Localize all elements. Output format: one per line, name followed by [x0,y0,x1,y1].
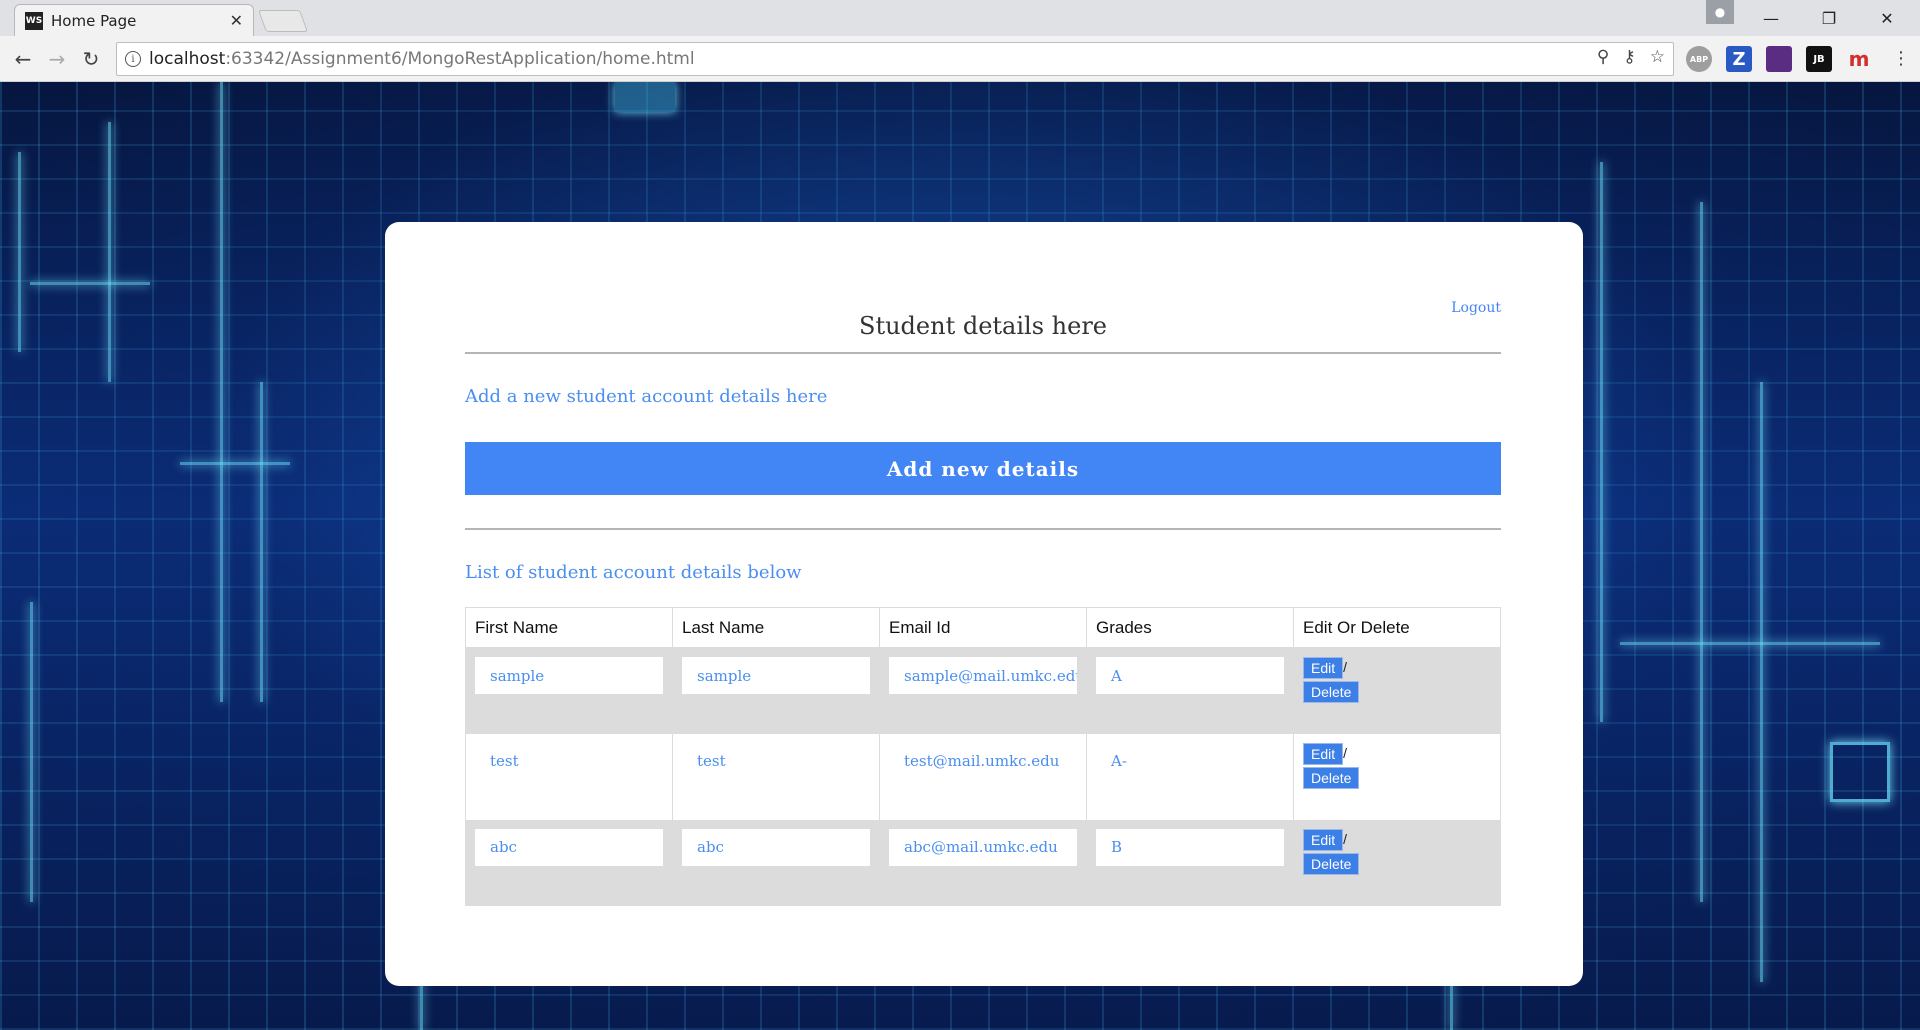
edit-button[interactable]: Edit [1303,742,1344,765]
grade-field[interactable] [1096,742,1284,780]
decor-line [220,82,223,702]
table-header-row: First Name Last Name Email Id Grades Edi… [465,607,1501,648]
column-header-actions: Edit Or Delete [1293,607,1501,648]
decor-line [615,82,675,112]
list-section-heading: List of student account details below [465,562,802,583]
email-field[interactable] [889,828,1077,866]
tab-strip: WS Home Page ✕ ● — ❐ ✕ [0,0,1920,36]
add-new-details-button[interactable]: Add new details [465,442,1501,495]
close-window-icon[interactable]: ✕ [1858,0,1916,36]
close-tab-icon[interactable]: ✕ [230,11,243,30]
table-row: Edit/ Delete [465,819,1501,906]
grade-field[interactable] [1096,657,1284,694]
last-name-field[interactable] [682,828,870,866]
bookmark-star-icon[interactable]: ☆ [1650,47,1665,67]
delete-button[interactable]: Delete [1303,681,1360,703]
add-section-heading: Add a new student account details here [465,386,828,407]
column-header-grades: Grades [1086,607,1294,648]
email-field[interactable] [889,657,1077,694]
new-tab-button[interactable] [257,10,309,32]
decor-line [30,602,33,902]
page-background: Student details here Logout Add a new st… [0,82,1920,1030]
decor-line [260,382,263,702]
tab-title: Home Page [51,11,137,30]
logout-link[interactable]: Logout [1451,300,1501,316]
url-host: localhost [149,49,226,69]
first-name-field[interactable] [475,742,663,780]
table-row: Edit/ Delete [465,733,1501,820]
edit-button[interactable]: Edit [1303,657,1344,679]
page-title: Student details here [859,312,1107,340]
separator: / [1343,744,1348,761]
column-header-email: Email Id [879,607,1087,648]
reload-icon[interactable]: ↻ [76,44,106,74]
student-details-card: Student details here Logout Add a new st… [385,222,1583,986]
mendeley-icon[interactable]: m [1846,46,1872,72]
site-info-icon[interactable]: i [125,51,141,67]
last-name-field[interactable] [682,657,870,694]
adblock-plus-icon[interactable]: ABP [1686,46,1712,72]
table-row: Edit/ Delete [465,647,1501,734]
menu-icon[interactable]: ⋮ [1892,48,1910,69]
grade-field[interactable] [1096,828,1284,866]
key-icon[interactable]: ⚷ [1623,47,1635,67]
decor-line [18,152,21,352]
jetbrains-icon[interactable]: JB [1806,46,1832,72]
address-bar[interactable]: i localhost:63342/Assignment6/MongoRestA… [116,42,1674,76]
divider [465,352,1501,354]
decor-line [1700,202,1703,902]
separator: / [1343,659,1348,675]
email-field[interactable] [889,742,1077,780]
students-table: First Name Last Name Email Id Grades Edi… [465,607,1501,906]
url-path: :63342/Assignment6/MongoRestApplication/… [225,49,695,69]
webstorm-icon: WS [25,11,43,30]
edit-button[interactable]: Edit [1303,828,1344,851]
decor-line [1620,642,1880,645]
decor-line [108,122,111,382]
zoom-icon[interactable]: ⚲ [1597,47,1609,67]
first-name-field[interactable] [475,828,663,866]
tab-home-page[interactable]: WS Home Page ✕ [14,4,254,36]
delete-button[interactable]: Delete [1303,852,1360,875]
decor-line [180,462,290,465]
column-header-last-name: Last Name [672,607,880,648]
zotero-icon[interactable]: Z [1726,46,1752,72]
divider [465,528,1501,530]
decor-line [30,282,150,285]
card-header: Student details here Logout [465,300,1501,340]
restore-icon[interactable]: ❐ [1800,0,1858,36]
column-header-first-name: First Name [465,607,673,648]
profile-icon[interactable]: ● [1706,0,1734,24]
minimize-icon[interactable]: — [1742,0,1800,36]
extensions-area: ABP Z JB m [1686,46,1872,72]
delete-button[interactable]: Delete [1303,766,1360,789]
decor-line [1600,162,1603,722]
forward-arrow-icon[interactable]: → [42,44,72,74]
first-name-field[interactable] [475,657,663,694]
back-arrow-icon[interactable]: ← [8,44,38,74]
last-name-field[interactable] [682,742,870,780]
decor-line [1760,382,1763,982]
decor-line [1830,742,1890,802]
separator: / [1343,830,1348,847]
browser-toolbar: ← → ↻ i localhost:63342/Assignment6/Mong… [0,36,1920,82]
extension-icon[interactable] [1766,46,1792,72]
